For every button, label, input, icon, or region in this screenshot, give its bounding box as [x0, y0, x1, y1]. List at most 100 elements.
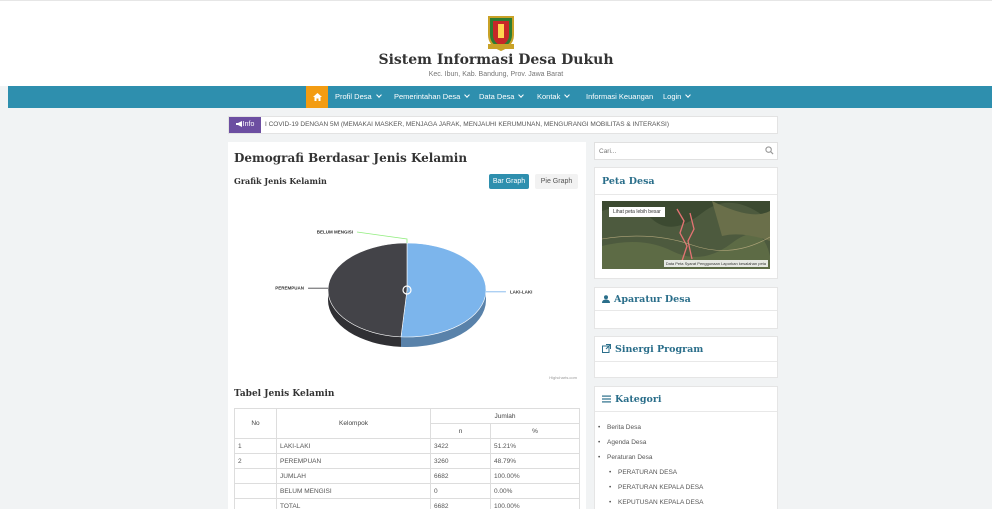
nav-label: Informasi Keuangan: [586, 92, 654, 101]
info-ticker-text[interactable]: I COVID-19 DENGAN 5M (MEMAKAI MASKER, ME…: [265, 117, 669, 133]
kategori-title: Kategori: [615, 394, 662, 405]
chevron-down-icon: [375, 92, 382, 98]
aparatur-desa-heading: Aparatur Desa: [602, 294, 691, 305]
pie-graph-button[interactable]: Pie Graph: [535, 174, 578, 189]
cell-kelompok: BELUM MENGISI: [276, 483, 431, 499]
kategori-card: Kategori Berita Desa Agenda Desa Peraturan…: [594, 386, 778, 509]
peta-desa-card: Peta Desa Lihat peta lebih besar Data Pe…: [594, 167, 778, 279]
table-row: 2 PEREMPUAN 3260 48.79%: [234, 453, 580, 469]
divider: [595, 310, 777, 311]
map-attribution[interactable]: Data Peta Syarat Penggunaan Laporkan kes…: [663, 260, 768, 267]
nav-kontak[interactable]: Kontak: [537, 86, 571, 108]
kategori-subitem[interactable]: PERATURAN DESA: [609, 465, 704, 480]
cell-no: [234, 468, 277, 484]
kategori-subitem[interactable]: PERATURAN KEPALA DESA: [609, 480, 704, 495]
main-navbar: Profil Desa Pemerintahan Desa Data Desa …: [8, 86, 992, 108]
kategori-item[interactable]: Berita Desa: [598, 420, 704, 435]
chevron-down-icon: [464, 92, 471, 98]
site-title[interactable]: Sistem Informasi Desa Dukuh: [0, 52, 992, 68]
village-logo[interactable]: [486, 15, 516, 52]
header-n: n: [430, 423, 491, 439]
kategori-label: Berita Desa: [607, 424, 641, 431]
chart-credit[interactable]: Highcharts.com: [549, 375, 577, 380]
kategori-label: PERATURAN KEPALA DESA: [618, 484, 704, 491]
user-icon: [602, 295, 610, 303]
cell-n: 6682: [430, 498, 491, 509]
megaphone-icon: [235, 121, 242, 127]
nav-profil-desa[interactable]: Profil Desa: [335, 86, 382, 108]
chevron-down-icon: [518, 92, 525, 98]
cell-kelompok: PEREMPUAN: [276, 453, 431, 469]
site-subtitle: Kec. Ibun, Kab. Bandung, Prov. Jawa Bara…: [428, 71, 564, 78]
cell-pct: 0.00%: [490, 483, 580, 499]
sinergi-program-heading: Sinergi Program: [602, 344, 703, 355]
pie-label: BELUM MENGISI: [317, 230, 353, 235]
table-row: 1 LAKI-LAKI 3422 51.21%: [234, 438, 580, 454]
peta-desa-title: Peta Desa: [602, 176, 655, 187]
aparatur-desa-card: Aparatur Desa: [594, 287, 778, 329]
cell-n: 6682: [430, 468, 491, 484]
cell-n: 3260: [430, 453, 491, 469]
info-badge: Info: [229, 117, 261, 133]
page-title: Demografi Berdasar Jenis Kelamin: [234, 151, 468, 165]
bar-graph-button[interactable]: Bar Graph: [489, 174, 529, 189]
divider: [595, 411, 777, 412]
kategori-item[interactable]: Peraturan Desa: [598, 450, 704, 465]
cell-pct: 100.00%: [490, 498, 580, 509]
cell-kelompok: JUMLAH: [276, 468, 431, 484]
home-button[interactable]: [306, 86, 328, 108]
graph-label: Grafik Jenis Kelamin: [234, 176, 327, 186]
home-icon: [312, 93, 322, 101]
header-pct: %: [490, 423, 580, 439]
info-ticker: Info I COVID-19 DENGAN 5M (MEMAKAI MASKE…: [228, 116, 778, 134]
nav-label: Kontak: [537, 92, 561, 101]
cell-n: 0: [430, 483, 491, 499]
header-no: No: [234, 408, 277, 439]
nav-label: Profil Desa: [335, 92, 372, 101]
nav-login[interactable]: Login: [663, 86, 692, 108]
village-map[interactable]: Lihat peta lebih besar Data Peta Syarat …: [602, 201, 770, 269]
info-badge-label: Info: [242, 121, 255, 128]
search-icon[interactable]: [765, 146, 774, 155]
header-kelompok: Kelompok: [276, 408, 431, 439]
search-input[interactable]: [599, 145, 759, 157]
cell-pct: 100.00%: [490, 468, 580, 484]
main-content: Demografi Berdasar Jenis Kelamin Grafik …: [228, 142, 586, 509]
kategori-label: Agenda Desa: [607, 439, 647, 446]
table-title: Tabel Jenis Kelamin: [234, 389, 335, 399]
nav-data-desa[interactable]: Data Desa: [479, 86, 525, 108]
header-jumlah: Jumlah: [430, 408, 580, 424]
cell-no: [234, 498, 277, 509]
nav-label: Data Desa: [479, 92, 515, 101]
aparatur-desa-title: Aparatur Desa: [614, 294, 691, 305]
cell-n: 3422: [430, 438, 491, 454]
list-icon: [602, 395, 611, 403]
table-row: JUMLAH 6682 100.00%: [234, 468, 580, 484]
pie-label: LAKI-LAKI: [510, 289, 533, 294]
nav-informasi-keuangan[interactable]: Informasi Keuangan: [586, 86, 653, 108]
cell-no: [234, 483, 277, 499]
external-link-icon: [602, 344, 611, 353]
search-box: [594, 142, 778, 160]
site-header: Sistem Informasi Desa Dukuh Kec. Ibun, K…: [0, 0, 992, 86]
sinergi-program-card: Sinergi Program: [594, 336, 778, 378]
gender-pie-chart: LAKI-LAKI PEREMPUAN BELUM MENGISI Highchar…: [275, 230, 577, 381]
cell-no: 1: [234, 438, 277, 454]
nav-pemerintahan-desa[interactable]: Pemerintahan Desa: [394, 86, 471, 108]
cell-pct: 48.79%: [490, 453, 580, 469]
chevron-down-icon: [685, 92, 692, 98]
gender-table: No Kelompok Jumlah n % 1 LAKI-LAKI 3422 51.…: [234, 408, 580, 509]
cell-kelompok: LAKI-LAKI: [276, 438, 431, 454]
chevron-down-icon: [564, 92, 571, 98]
table-row: TOTAL 6682 100.00%: [234, 498, 580, 509]
cell-no: 2: [234, 453, 277, 469]
map-enlarge-link[interactable]: Lihat peta lebih besar: [609, 207, 665, 217]
kategori-item[interactable]: Agenda Desa: [598, 435, 704, 450]
kategori-heading: Kategori: [602, 394, 661, 405]
pie-connector: [356, 231, 408, 243]
cell-kelompok: TOTAL: [276, 498, 431, 509]
kategori-label: KEPUTUSAN KEPALA DESA: [618, 499, 704, 506]
kategori-subitem[interactable]: KEPUTUSAN KEPALA DESA: [609, 495, 704, 509]
divider: [595, 194, 777, 195]
cell-pct: 51.21%: [490, 438, 580, 454]
